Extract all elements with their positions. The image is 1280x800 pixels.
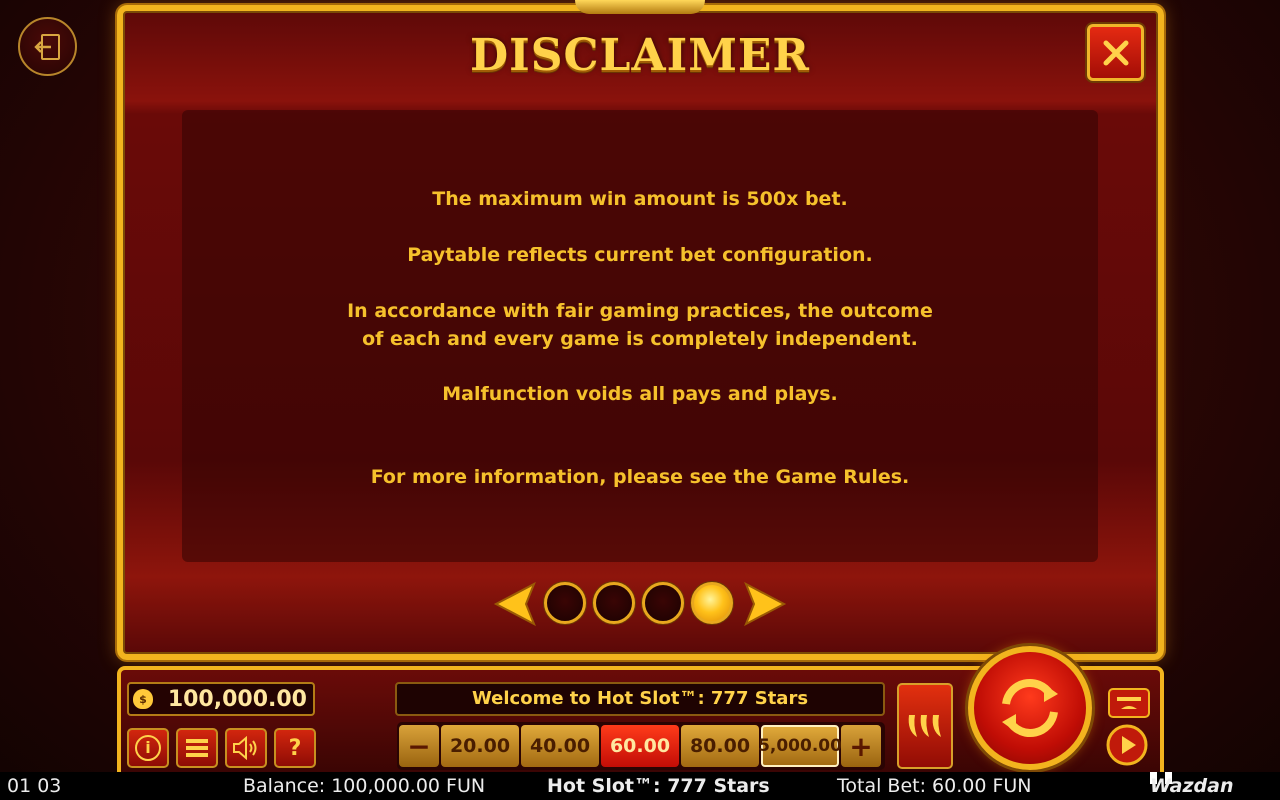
wazdan-logo-text: Wazdan [1150,775,1234,797]
arrow-right-icon[interactable] [744,580,788,628]
panel-crown-ornament [575,0,705,14]
balance-value: 100,000.00 [167,686,307,712]
page-dot-4[interactable] [691,582,733,624]
disclaimer-line-fair-gaming-1: In accordance with fair gaming practices… [347,300,933,322]
info-icon: i [135,735,161,761]
sound-button[interactable] [225,728,267,768]
disclaimer-line-fair-gaming-2: of each and every game is completely ind… [362,328,918,350]
status-time: 01 03 [7,775,62,797]
speaker-icon [233,736,257,760]
autoplay-button[interactable] [1104,724,1150,766]
plus-icon: + [849,729,873,763]
page-dot-3[interactable] [642,582,684,624]
status-total-bet: Total Bet: 60.00 FUN [837,775,1032,797]
page-dot-2[interactable] [593,582,635,624]
balance-display: 100,000.00 [127,682,315,716]
welcome-message: Welcome to Hot Slot™: 777 Stars [395,682,885,716]
spin-button[interactable] [968,646,1092,770]
bet-option-1[interactable]: 20.00 [441,725,519,767]
menu-icon [186,739,208,757]
settings-panel-icon [1108,688,1150,718]
page-dot-1[interactable] [544,582,586,624]
help-icon: ? [288,735,302,761]
bet-option-4[interactable]: 80.00 [681,725,759,767]
close-icon [1103,40,1128,65]
minus-icon: − [407,729,431,763]
disclaimer-line-max-win: The maximum win amount is 500x bet. [432,188,848,210]
arrow-left-icon[interactable] [492,580,536,628]
play-icon [1106,724,1148,766]
help-button[interactable]: ? [274,728,316,768]
status-balance: Balance: 100,000.00 FUN [243,775,486,797]
disclaimer-line-game-rules: For more information, please see the Gam… [370,466,910,488]
chili-icon [908,715,941,737]
menu-button[interactable] [176,728,218,768]
bet-option-max[interactable]: 5,000.00 [758,725,842,767]
bet-increase-button[interactable]: + [841,725,881,767]
bet-decrease-button[interactable]: − [399,725,439,767]
disclaimer-line-paytable: Paytable reflects current bet configurat… [407,244,873,266]
disclaimer-line-malfunction: Malfunction voids all pays and plays. [442,383,838,405]
bet-option-selected[interactable]: 60.00 [601,725,679,767]
info-button[interactable]: i [127,728,169,768]
autoplay-settings-button[interactable] [1106,682,1152,724]
money-bag-icon: $ [133,689,153,709]
bet-option-2[interactable]: 40.00 [521,725,599,767]
status-game-name: Hot Slot™: 777 Stars [547,775,770,797]
spin-icon [1002,678,1058,738]
chili-feature-button[interactable] [897,683,953,769]
status-bar: 01 03 Balance: 100,000.00 FUN Hot Slot™:… [0,772,1280,800]
close-button[interactable] [1087,24,1144,81]
